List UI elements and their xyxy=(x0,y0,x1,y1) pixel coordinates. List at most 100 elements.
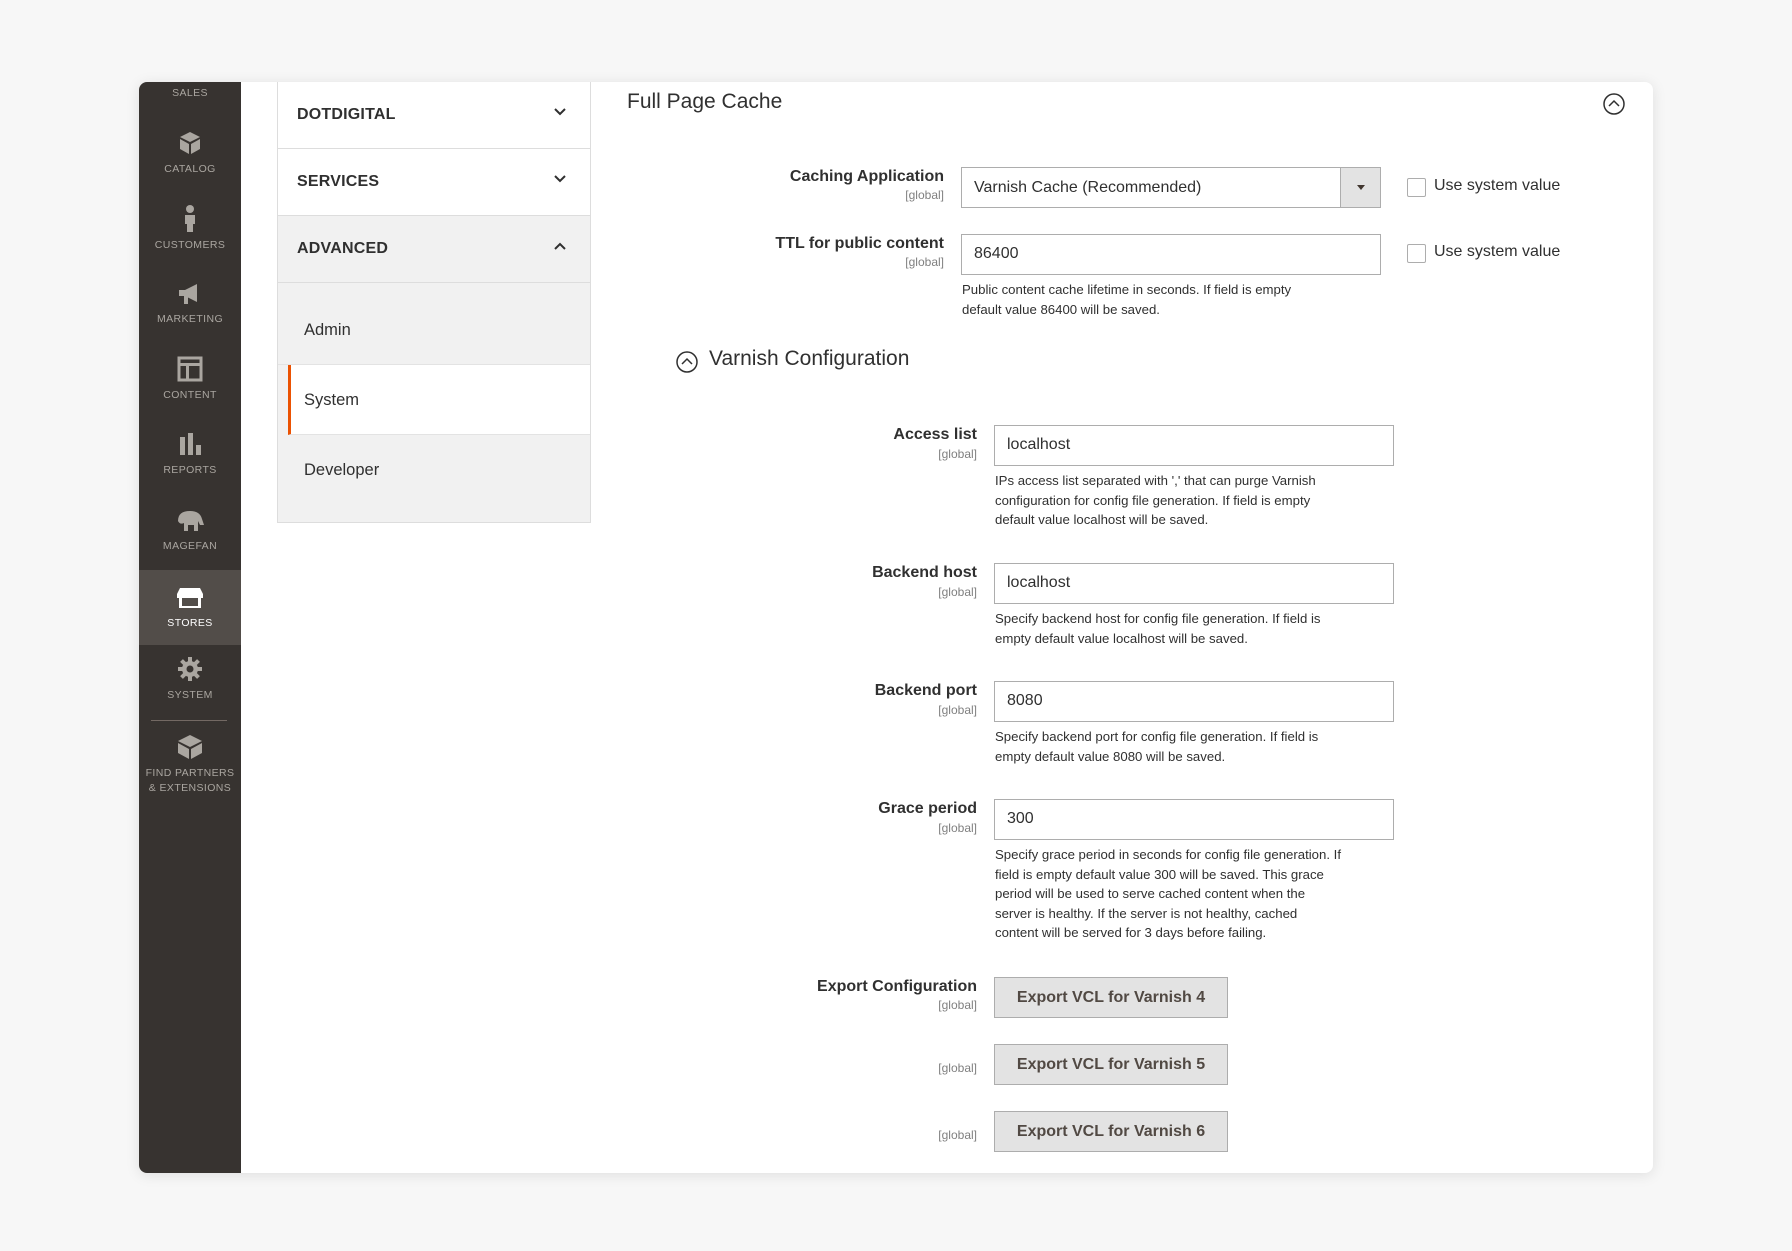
menu-label: FIND PARTNERS & EXTENSIONS xyxy=(145,767,235,794)
menu-item-reports[interactable]: REPORTS xyxy=(139,431,241,478)
menu-label: REPORTS xyxy=(163,464,217,476)
backend-host-input[interactable]: localhost xyxy=(994,563,1394,604)
tab-advanced[interactable]: ADVANCED xyxy=(277,216,591,283)
caching-application-label: Caching Application xyxy=(789,168,944,185)
note-line: IPs access list separated with ',' that … xyxy=(995,473,1316,488)
tab-services[interactable]: SERVICES xyxy=(277,149,591,216)
menu-label: STORES xyxy=(167,617,213,629)
megaphone-icon xyxy=(179,284,197,304)
ttl-use-system-checkbox[interactable] xyxy=(1407,244,1426,263)
tab-item-label: Developer xyxy=(304,461,380,479)
person-icon xyxy=(185,205,195,232)
tab-item-system[interactable]: System xyxy=(288,365,590,435)
ttl-label: TTL for public content xyxy=(775,235,944,252)
menu-divider xyxy=(151,720,227,721)
note-line: Specify backend host for config file gen… xyxy=(995,611,1321,626)
scope-label: [global] xyxy=(938,1061,977,1075)
dropdown-arrow-icon[interactable] xyxy=(1340,168,1380,207)
access-list-note: IPs access list separated with ',' that … xyxy=(995,471,1316,530)
scope-label: [global] xyxy=(938,998,977,1012)
use-system-value-label[interactable]: Use system value xyxy=(1434,177,1560,195)
cube-icon xyxy=(180,132,200,154)
layout-icon xyxy=(177,356,203,382)
backend-host-note: Specify backend host for config file gen… xyxy=(995,609,1320,648)
tab-label: ADVANCED xyxy=(297,240,389,257)
note-line: server is healthy. If the server is not … xyxy=(995,905,1298,921)
note-line: period will be used to serve cached cont… xyxy=(995,886,1306,901)
menu-label: MAGEFAN xyxy=(162,540,218,552)
ttl-input[interactable]: 86400 xyxy=(961,234,1381,275)
chevron-down-icon xyxy=(554,175,566,183)
access-list-label: Access list xyxy=(893,426,977,443)
menu-label: CUSTOMERS xyxy=(154,239,226,251)
scope-label: [global] xyxy=(905,255,944,269)
note-line: configuration for config file generation… xyxy=(995,492,1311,508)
menu-item-sales[interactable]: SALES xyxy=(139,86,241,101)
tab-item-label: System xyxy=(304,391,360,409)
note-line: default value localhost will be saved. xyxy=(995,512,1209,527)
chevron-down-icon xyxy=(554,108,566,116)
scope-label: [global] xyxy=(938,821,977,835)
menu-label: CONTENT xyxy=(163,389,217,401)
section-title[interactable]: Full Page Cache xyxy=(627,90,782,114)
note-line: Specify backend port for config file gen… xyxy=(995,729,1319,744)
tab-label: DOTDIGITAL xyxy=(297,106,396,123)
menu-label: SYSTEM xyxy=(167,689,213,701)
backend-port-note: Specify backend port for config file gen… xyxy=(995,727,1318,766)
caching-application-use-system-checkbox[interactable] xyxy=(1407,178,1426,197)
storefront-icon xyxy=(177,588,203,608)
tab-item-admin[interactable]: Admin xyxy=(278,283,590,365)
tab-dotdigital[interactable]: DOTDIGITAL xyxy=(277,82,591,149)
config-tabs: DOTDIGITAL SERVICES ADVANCED Admin Syste… xyxy=(277,82,591,523)
menu-item-magefan[interactable]: MAGEFAN xyxy=(139,507,241,554)
menu-label: MARKETING xyxy=(156,313,224,325)
note-line: empty default value localhost will be sa… xyxy=(995,630,1248,646)
grace-period-input[interactable]: 300 xyxy=(994,799,1394,840)
menu-item-content[interactable]: CONTENT xyxy=(139,356,241,403)
note-line: Specify grace period in seconds for conf… xyxy=(995,847,1342,862)
gear-icon xyxy=(178,657,202,681)
backend-port-label: Backend port xyxy=(874,682,977,699)
menu-item-catalog[interactable]: CATALOG xyxy=(139,130,241,177)
bar-chart-icon xyxy=(180,433,201,455)
note-line: content will be served for 3 days before… xyxy=(995,925,1267,940)
chevron-up-icon xyxy=(554,242,566,250)
export-configuration-label: Export Configuration xyxy=(817,978,977,995)
grace-period-label: Grace period xyxy=(878,800,977,817)
scope-label: [global] xyxy=(938,1128,977,1142)
note-line: Public content cache lifetime in seconds… xyxy=(962,282,1292,297)
tab-item-developer[interactable]: Developer xyxy=(278,435,590,523)
scope-label: [global] xyxy=(938,447,977,461)
menu-item-find-partners[interactable]: FIND PARTNERS & EXTENSIONS xyxy=(139,734,241,796)
scope-label: [global] xyxy=(905,188,944,202)
menu-label: CATALOG xyxy=(164,163,216,175)
config-page: SALES CATALOG CUSTOMERS MARKETING CONTEN… xyxy=(139,82,1653,1173)
note-line: default value 86400 will be saved. xyxy=(962,301,1160,317)
backend-port-input[interactable]: 8080 xyxy=(994,681,1394,722)
use-system-value-label[interactable]: Use system value xyxy=(1434,243,1560,261)
export-vcl-varnish-6-button[interactable]: Export VCL for Varnish 6 xyxy=(994,1111,1228,1152)
collapse-up-icon[interactable] xyxy=(675,350,699,374)
access-list-input[interactable]: localhost xyxy=(994,425,1394,466)
menu-label: SALES xyxy=(172,87,208,99)
scope-label: [global] xyxy=(938,703,977,717)
box-icon xyxy=(178,735,202,759)
export-vcl-varnish-4-button[interactable]: Export VCL for Varnish 4 xyxy=(994,977,1228,1018)
mammoth-icon xyxy=(178,511,204,531)
menu-item-system[interactable]: SYSTEM xyxy=(139,656,241,703)
ttl-note: Public content cache lifetime in seconds… xyxy=(962,280,1291,319)
note-line: empty default value 8080 will be saved. xyxy=(995,748,1226,764)
menu-item-customers[interactable]: CUSTOMERS xyxy=(139,204,241,253)
collapse-up-icon[interactable] xyxy=(1602,92,1626,116)
varnish-configuration-title[interactable]: Varnish Configuration xyxy=(709,347,909,371)
advanced-items: Admin System Developer xyxy=(277,283,591,523)
admin-menu: SALES CATALOG CUSTOMERS MARKETING CONTEN… xyxy=(139,82,241,1173)
menu-item-marketing[interactable]: MARKETING xyxy=(139,282,241,327)
select-value: Varnish Cache (Recommended) xyxy=(974,179,1202,196)
export-vcl-varnish-5-button[interactable]: Export VCL for Varnish 5 xyxy=(994,1044,1228,1085)
backend-host-label: Backend host xyxy=(872,564,977,581)
grace-period-note: Specify grace period in seconds for conf… xyxy=(995,845,1341,943)
caching-application-select[interactable]: Varnish Cache (Recommended) xyxy=(961,167,1381,208)
menu-item-stores[interactable]: STORES xyxy=(139,570,241,645)
scope-label: [global] xyxy=(938,585,977,599)
